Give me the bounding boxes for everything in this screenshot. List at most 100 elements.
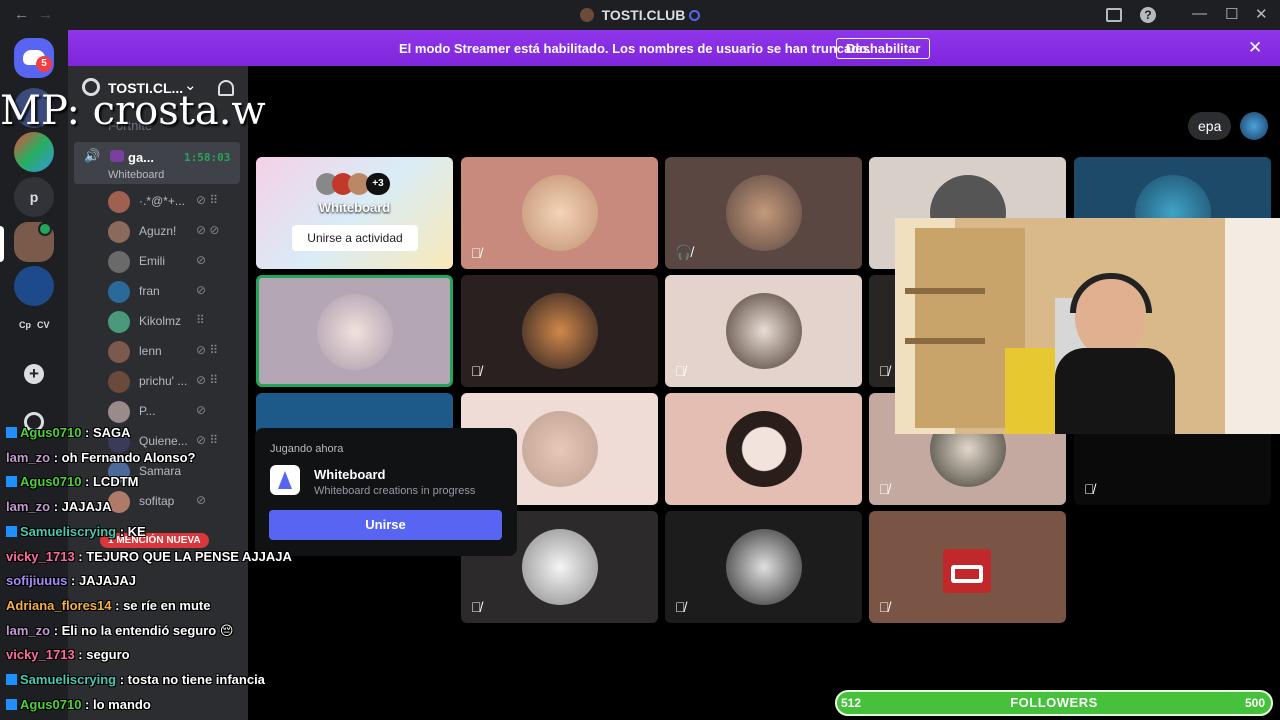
participant-tile[interactable]: 🎙̸ [665, 275, 862, 387]
voice-member[interactable]: prichu' ... ⊘ ⠿ [108, 369, 238, 395]
streamer-mode-banner: El modo Streamer está habilitado. Los no… [68, 30, 1280, 66]
chat-message: lam_zo : oh Fernando Alonso? [6, 450, 195, 465]
chat-username: Samueliscrying [20, 523, 117, 539]
voice-member[interactable]: P... ⊘ [108, 399, 238, 425]
chat-text: seguro [86, 647, 130, 663]
user-avatar[interactable] [1240, 112, 1268, 140]
chat-message: Agus0710 : SAGA [6, 425, 131, 440]
muted-icon: 🎙̸ [1084, 481, 1095, 497]
voice-member[interactable]: Kikolmz ⠿ [108, 309, 238, 335]
chat-message: lam_zo : JAJAJA [6, 499, 112, 514]
chat-message: vicky_1713 : seguro [6, 647, 130, 662]
server-icon[interactable] [14, 132, 54, 172]
subscriber-badge-icon [6, 674, 17, 685]
chat-separator: : [81, 696, 93, 712]
channel-emoji-icon [110, 150, 124, 162]
popup-app-desc: Whiteboard creations in progress [314, 485, 476, 497]
member-avatar [108, 221, 130, 243]
whiteboard-activity-tile[interactable]: +3 Whiteboard Unirse a actividad [256, 157, 453, 269]
chat-text: tosta no tiene infancia [127, 672, 265, 687]
folder-cp[interactable]: Cp [19, 320, 31, 330]
folder-cv[interactable]: CV [37, 320, 50, 330]
speaker-icon: 🔊 [84, 148, 101, 163]
participant-avatar [317, 294, 393, 370]
participant-avatar [522, 175, 598, 251]
inbox-icon[interactable] [1106, 8, 1122, 22]
title-bar: ← → TOSTI.CLUB ? — ☐ ✕ [0, 0, 1280, 30]
chat-username: lam_zo [6, 499, 51, 515]
chat-username: vicky_1713 [6, 548, 75, 564]
followers-label: FOLLOWERS [1010, 695, 1098, 710]
member-avatar [108, 341, 130, 363]
voice-member[interactable]: lenn ⊘ ⠿ [108, 339, 238, 365]
chat-message: lam_zo : Eli no la entendió seguro 😔 [6, 623, 233, 639]
voice-timer: 1:58:03 [184, 151, 231, 164]
chat-message: Samueliscrying : tosta no tiene infancia [6, 672, 265, 687]
chat-separator: : [50, 499, 62, 515]
participant-tile[interactable]: 🎙̸ [869, 511, 1066, 623]
voice-channel-name: ga... [128, 150, 155, 165]
epa-button[interactable]: epa [1188, 112, 1232, 140]
participant-tile[interactable]: 🎙̸ [461, 157, 658, 269]
chat-separator: : [50, 622, 62, 638]
voice-channel-active[interactable]: 🔊 ga... 1:58:03 Whiteboard [74, 142, 240, 184]
join-button[interactable]: Unirse [269, 510, 502, 540]
chat-separator: : [67, 573, 79, 589]
chat-separator: : [74, 647, 87, 663]
chat-username: Agus0710 [20, 474, 82, 490]
participant-tile[interactable]: 🎙̸ [461, 275, 658, 387]
minimize-button[interactable]: — [1192, 5, 1207, 22]
participant-tile-speaking[interactable] [256, 275, 453, 387]
whiteboard-title: Whiteboard [318, 200, 391, 215]
participant-tile[interactable]: 🎧̸ [665, 157, 862, 269]
muted-icon: 🎙̸ [675, 599, 686, 615]
followers-goal: 500 [1244, 696, 1265, 710]
voice-activity: Whiteboard [108, 169, 165, 181]
chat-message: sofijiuuus : JAJAJAJ [6, 573, 136, 588]
subscriber-badge-icon [6, 698, 17, 710]
subscriber-badge-icon [6, 476, 17, 488]
voice-member[interactable]: ·.*@*+... ⊘ ⠿ [108, 189, 238, 215]
chat-username: Adriana_flores14 [6, 597, 112, 613]
chat-text: KE [127, 523, 146, 539]
member-name: P... [139, 404, 156, 418]
server-icon[interactable] [14, 266, 54, 306]
member-avatar [108, 371, 130, 393]
window-title-text: TOSTI.CLUB [601, 7, 686, 23]
disable-streamer-button[interactable]: Deshabilitar [836, 38, 931, 59]
voice-member[interactable]: fran ⊘ [108, 279, 238, 305]
muted-icon: 🎙̸ [675, 363, 686, 379]
maximize-button[interactable]: ☐ [1225, 5, 1238, 23]
chat-username: Samueliscrying [20, 672, 117, 687]
participant-tile[interactable]: 🎙̸ [665, 511, 862, 623]
join-activity-button[interactable]: Unirse a actividad [292, 225, 418, 251]
muted-icon: 🎙̸ [471, 599, 482, 615]
server-p[interactable]: p [14, 177, 54, 217]
muted-icon: 🎙̸ [879, 599, 890, 615]
participant-avatar [726, 411, 802, 487]
chat-message: Samueliscrying : KE [6, 524, 146, 539]
close-banner-icon[interactable]: ✕ [1248, 38, 1262, 58]
close-window-button[interactable]: ✕ [1255, 5, 1268, 23]
chat-text: TEJURO QUE LA PENSE AJJAJA [86, 548, 292, 564]
member-name: lenn [139, 344, 162, 358]
member-status-icons: ⊘ [196, 253, 207, 267]
member-name: prichu' ... [139, 374, 188, 388]
chat-text: se ríe en mute [123, 597, 211, 613]
deafened-icon: 🎧̸ [675, 244, 693, 260]
member-status-icons: ⊘ ⠿ [196, 343, 219, 357]
member-status-icons: ⊘ ⠿ [196, 373, 219, 387]
popup-app-name: Whiteboard [314, 467, 386, 482]
server-avatar-icon [579, 8, 594, 22]
participant-tile[interactable] [665, 393, 862, 505]
add-server-icon[interactable]: + [24, 364, 44, 384]
member-name: Kikolmz [139, 314, 182, 328]
banner-text: El modo Streamer está habilitado. Los no… [399, 41, 871, 56]
member-avatar [108, 311, 130, 333]
dm-count-badge: 5 [36, 56, 52, 72]
voice-member[interactable]: Emili ⊘ [108, 249, 238, 275]
stream-overlay-text: MP: crosta.w [0, 88, 266, 134]
chat-username: sofijiuuus [6, 573, 68, 589]
help-icon[interactable]: ? [1140, 7, 1156, 23]
voice-member[interactable]: Aguzn! ⊘ ⊘ [108, 219, 238, 245]
